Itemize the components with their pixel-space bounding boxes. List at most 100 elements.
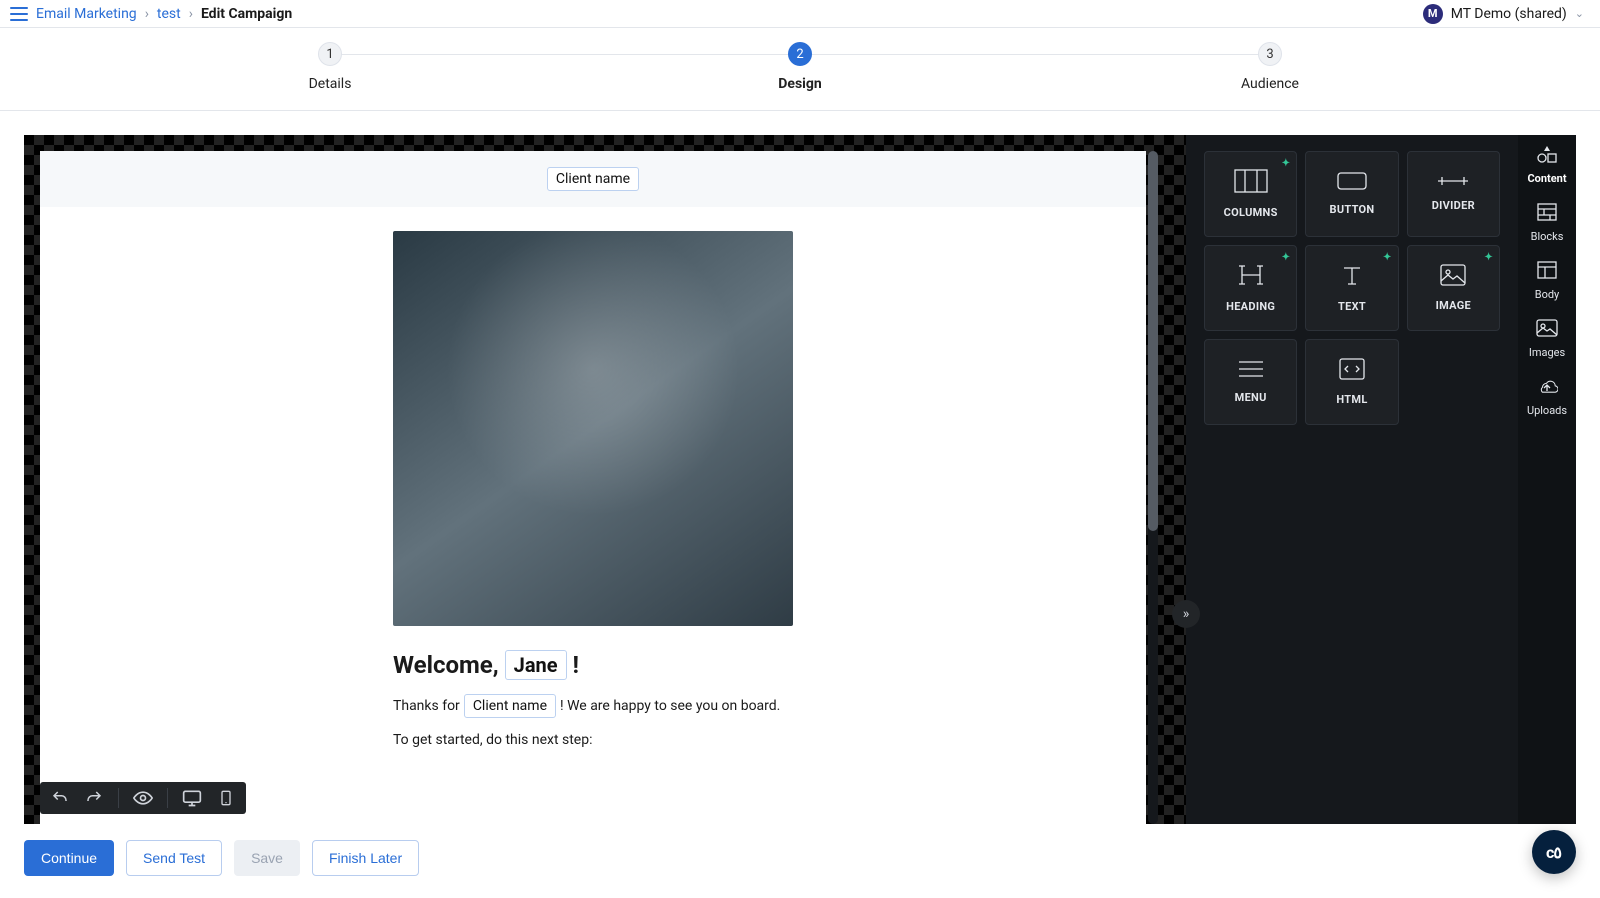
text-icon — [1340, 263, 1364, 290]
text-span: ! We are happy to see you on board. — [560, 698, 780, 714]
toolbar-separator — [167, 788, 168, 808]
continue-button[interactable]: Continue — [24, 840, 114, 876]
step-design[interactable]: 2 Design — [770, 42, 830, 92]
block-label: HTML — [1336, 393, 1367, 406]
columns-icon — [1234, 169, 1268, 196]
step-number: 1 — [318, 42, 342, 66]
toolbar-separator — [118, 788, 119, 808]
text-span: To get started, do this next step: — [393, 732, 593, 748]
top-bar: Email Marketing › test › Edit Campaign M… — [0, 0, 1600, 28]
block-html[interactable]: HTML — [1305, 339, 1398, 425]
merge-tag-first-name[interactable]: Jane — [505, 650, 567, 680]
send-test-button[interactable]: Send Test — [126, 840, 222, 876]
step-audience[interactable]: 3 Audience — [1240, 42, 1300, 92]
account-name: MT Demo (shared) — [1451, 6, 1567, 22]
content-icon — [1536, 145, 1558, 166]
step-details[interactable]: 1 Details — [300, 42, 360, 92]
tab-label: Body — [1535, 288, 1560, 301]
step-label: Design — [778, 76, 821, 92]
tab-label: Content — [1527, 172, 1566, 185]
email-paragraph-1[interactable]: Thanks for Client name ! We are happy to… — [393, 694, 793, 718]
tab-content[interactable]: Content — [1527, 145, 1566, 185]
chevron-right-icon: › — [189, 6, 193, 22]
block-label: DIVIDER — [1432, 199, 1475, 212]
undo-icon[interactable] — [50, 788, 70, 808]
blocks-icon — [1537, 203, 1557, 224]
tab-blocks[interactable]: Blocks — [1531, 203, 1564, 243]
email-canvas[interactable]: Client name Welcome, Jane ! Thanks for C… — [40, 151, 1146, 824]
ai-sparkle-icon: ✦ — [1282, 252, 1291, 263]
tab-uploads[interactable]: Uploads — [1527, 377, 1567, 417]
image-icon — [1440, 264, 1466, 289]
email-body-block[interactable]: Welcome, Jane ! Thanks for Client name !… — [393, 231, 793, 748]
block-label: COLUMNS — [1224, 206, 1278, 219]
uploads-icon — [1536, 377, 1558, 398]
block-label: IMAGE — [1436, 299, 1471, 312]
editor-area: Client name Welcome, Jane ! Thanks for C… — [0, 111, 1600, 824]
block-text[interactable]: ✦ TEXT — [1305, 245, 1398, 331]
canvas-toolbar — [40, 782, 246, 814]
blocks-grid: ✦ COLUMNS BUTTON DIVIDER ✦ HEADING ✦ TEXT ✦ IMAGE… — [1186, 135, 1518, 824]
step-number: 2 — [788, 42, 812, 66]
account-menu[interactable]: M MT Demo (shared) ⌄ — [1423, 4, 1584, 24]
text-span: Thanks for — [393, 698, 460, 714]
email-paragraph-2[interactable]: To get started, do this next step: — [393, 732, 793, 748]
tab-label: Blocks — [1531, 230, 1564, 243]
breadcrumb: Email Marketing › test › Edit Campaign — [10, 6, 292, 22]
mobile-view-icon[interactable] — [216, 788, 236, 808]
block-label: HEADING — [1226, 300, 1275, 313]
step-label: Details — [309, 76, 352, 92]
menu-icon — [1239, 360, 1263, 381]
block-menu[interactable]: MENU — [1204, 339, 1297, 425]
block-label: TEXT — [1338, 300, 1366, 313]
divider-icon — [1438, 176, 1468, 189]
redo-icon[interactable] — [84, 788, 104, 808]
breadcrumb-campaign[interactable]: test — [157, 6, 181, 22]
merge-tag-client-name[interactable]: Client name — [464, 694, 556, 718]
merge-tag-client-name[interactable]: Client name — [547, 167, 639, 191]
block-columns[interactable]: ✦ COLUMNS — [1204, 151, 1297, 237]
save-button: Save — [234, 840, 300, 876]
block-divider[interactable]: DIVIDER — [1407, 151, 1500, 237]
images-icon — [1536, 319, 1558, 340]
block-image[interactable]: ✦ IMAGE — [1407, 245, 1500, 331]
menu-icon[interactable] — [10, 7, 28, 21]
side-panel: » ✦COLUMNSBUTTONDIVIDER✦HEADING✦TEXT✦IMA… — [1186, 135, 1576, 824]
breadcrumb-root[interactable]: Email Marketing — [36, 6, 137, 22]
ai-sparkle-icon: ✦ — [1383, 252, 1392, 263]
ai-sparkle-icon: ✦ — [1282, 158, 1291, 169]
tab-label: Uploads — [1527, 404, 1567, 417]
step-number: 3 — [1258, 42, 1282, 66]
desktop-view-icon[interactable] — [182, 788, 202, 808]
button-icon — [1337, 172, 1367, 193]
body-icon — [1537, 261, 1557, 282]
stepper: 1 Details 2 Design 3 Audience — [0, 28, 1600, 111]
collapse-panel-icon[interactable]: » — [1172, 600, 1200, 628]
email-heading-suffix: ! — [573, 651, 580, 679]
email-heading[interactable]: Welcome, Jane ! — [393, 650, 793, 680]
tab-images[interactable]: Images — [1529, 319, 1565, 359]
chevron-down-icon: ⌄ — [1575, 7, 1584, 20]
editor-canvas-frame: Client name Welcome, Jane ! Thanks for C… — [24, 135, 1186, 824]
help-fab[interactable]: c٥ — [1532, 830, 1576, 874]
block-label: BUTTON — [1330, 203, 1375, 216]
finish-later-button[interactable]: Finish Later — [312, 840, 419, 876]
email-heading-prefix: Welcome, — [393, 651, 499, 679]
step-label: Audience — [1241, 76, 1299, 92]
avatar: M — [1423, 4, 1443, 24]
ai-sparkle-icon: ✦ — [1484, 252, 1493, 263]
scrollbar-thumb[interactable] — [1148, 151, 1158, 531]
breadcrumb-current: Edit Campaign — [201, 6, 292, 22]
chevron-right-icon: › — [145, 6, 149, 22]
html-icon — [1339, 358, 1365, 383]
panel-tabs: Content Blocks Body Images Uploads — [1518, 135, 1576, 824]
email-header-block[interactable]: Client name — [40, 151, 1146, 207]
tab-body[interactable]: Body — [1535, 261, 1560, 301]
block-heading[interactable]: ✦ HEADING — [1204, 245, 1297, 331]
email-image-placeholder[interactable] — [393, 231, 793, 626]
block-label: MENU — [1235, 391, 1267, 404]
heading-icon — [1238, 263, 1264, 290]
preview-icon[interactable] — [133, 788, 153, 808]
block-button[interactable]: BUTTON — [1305, 151, 1398, 237]
canvas-scrollbar[interactable] — [1148, 151, 1158, 824]
